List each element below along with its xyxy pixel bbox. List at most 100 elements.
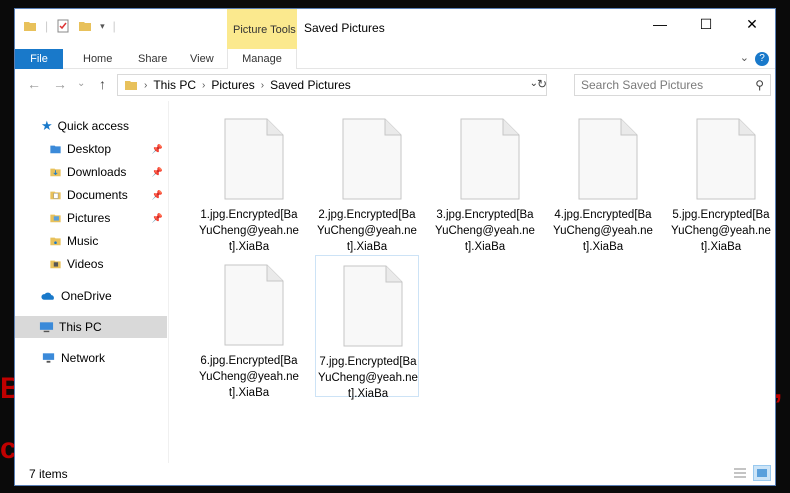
sidebar-item-this-pc[interactable]: This PC: [15, 316, 167, 338]
back-button[interactable]: ←: [27, 76, 41, 92]
file-item[interactable]: 1.jpg.Encrypted[BaYuCheng@yeah.net].XiaB…: [197, 109, 301, 253]
file-name: 4.jpg.Encrypted[BaYuCheng@yeah.net].XiaB…: [553, 209, 653, 253]
tab-manage[interactable]: Manage: [227, 49, 297, 69]
separator: |: [45, 19, 49, 33]
sidebar-item-network[interactable]: Network: [41, 347, 105, 369]
pictures-folder-icon: [50, 214, 61, 223]
context-tab-label: Picture Tools: [233, 24, 296, 36]
pin-icon[interactable]: 📌: [152, 213, 163, 224]
window-controls: — ☐ ✕: [637, 9, 775, 39]
sidebar-item-label: Videos: [67, 257, 104, 271]
tab-share[interactable]: Share: [138, 49, 167, 69]
quick-access-toolbar: | ▾ |: [23, 19, 116, 33]
sidebar-item-label: Network: [61, 351, 106, 365]
sidebar-item-label: Downloads: [67, 165, 127, 179]
large-icons-view-button[interactable]: [753, 465, 771, 481]
details-view-button[interactable]: [731, 465, 749, 481]
breadcrumb-this-pc[interactable]: This PC: [153, 78, 196, 92]
content-area: ★ Quick access Desktop 📌 Downloads 📌 Doc…: [15, 101, 775, 463]
cloud-icon: [41, 292, 54, 300]
minimize-button[interactable]: —: [637, 9, 683, 39]
chevron-right-icon[interactable]: ›: [202, 80, 205, 91]
file-item[interactable]: 6.jpg.Encrypted[BaYuCheng@yeah.net].XiaB…: [197, 255, 301, 399]
file-item[interactable]: 2.jpg.Encrypted[BaYuCheng@yeah.net].XiaB…: [315, 109, 419, 253]
sidebar-item-label: OneDrive: [61, 289, 112, 303]
music-folder-icon: [50, 237, 61, 246]
window-title: Saved Pictures: [304, 21, 385, 35]
breadcrumb-pictures[interactable]: Pictures: [211, 78, 254, 92]
navigation-pane: ★ Quick access Desktop 📌 Downloads 📌 Doc…: [15, 101, 169, 463]
up-button[interactable]: ↑: [99, 76, 106, 92]
separator: |: [112, 19, 116, 33]
file-item[interactable]: 5.jpg.Encrypted[BaYuCheng@yeah.net].XiaB…: [669, 109, 773, 253]
maximize-button[interactable]: ☐: [683, 9, 729, 39]
sidebar-item-label: Desktop: [67, 142, 112, 156]
chevron-right-icon[interactable]: ›: [261, 80, 264, 91]
tab-home[interactable]: Home: [83, 49, 112, 69]
sidebar-item-desktop[interactable]: Desktop 📌: [49, 138, 167, 160]
properties-icon[interactable]: [56, 19, 70, 33]
sidebar-item-videos[interactable]: Videos: [49, 253, 103, 275]
folder-icon[interactable]: [23, 19, 37, 33]
help-icon[interactable]: ?: [755, 52, 769, 66]
sidebar-item-documents[interactable]: Documents 📌: [49, 184, 167, 206]
folder-icon: [50, 145, 61, 154]
documents-folder-icon: [50, 191, 61, 200]
sidebar-item-label: Music: [67, 234, 99, 248]
search-input[interactable]: Search Saved Pictures ⚲: [574, 74, 771, 96]
explorer-window: | ▾ | Picture Tools Saved Pictures — ☐ ✕…: [14, 8, 776, 486]
file-item[interactable]: 7.jpg.Encrypted[BaYuCheng@yeah.net].XiaB…: [315, 255, 419, 400]
sidebar-item-label: Quick access: [57, 119, 130, 133]
customize-qat-icon[interactable]: ▾: [100, 21, 105, 32]
sidebar-item-quick-access[interactable]: ★ Quick access: [41, 115, 129, 137]
file-item[interactable]: 3.jpg.Encrypted[BaYuCheng@yeah.net].XiaB…: [433, 109, 537, 253]
view-switcher: [731, 465, 771, 481]
item-count: 7 items: [29, 467, 68, 481]
downloads-folder-icon: [50, 168, 61, 177]
picture-tools-context: Picture Tools: [227, 9, 297, 49]
sidebar-item-music[interactable]: Music: [49, 230, 98, 252]
pin-icon[interactable]: 📌: [152, 144, 163, 155]
file-name: 3.jpg.Encrypted[BaYuCheng@yeah.net].XiaB…: [435, 209, 535, 253]
navigation-bar: ← → ⌄ ↑ › This PC › Pictures › Saved Pic…: [15, 69, 775, 101]
title-bar: | ▾ | Picture Tools Saved Pictures — ☐ ✕: [15, 9, 775, 49]
forward-button[interactable]: →: [53, 76, 67, 92]
pin-icon[interactable]: 📌: [152, 167, 163, 178]
file-item[interactable]: 4.jpg.Encrypted[BaYuCheng@yeah.net].XiaB…: [551, 109, 655, 253]
file-icon: [224, 118, 284, 200]
close-button[interactable]: ✕: [729, 9, 775, 39]
address-bar[interactable]: › This PC › Pictures › Saved Pictures ⌄: [117, 74, 547, 96]
breadcrumb-saved-pictures[interactable]: Saved Pictures: [270, 78, 351, 92]
file-name: 1.jpg.Encrypted[BaYuCheng@yeah.net].XiaB…: [199, 209, 299, 253]
file-icon: [224, 264, 284, 346]
recent-locations-button[interactable]: ⌄: [77, 78, 85, 89]
sidebar-item-onedrive[interactable]: OneDrive: [41, 285, 112, 307]
tab-file[interactable]: File: [15, 49, 63, 69]
file-name: 2.jpg.Encrypted[BaYuCheng@yeah.net].XiaB…: [317, 209, 417, 253]
file-name: 7.jpg.Encrypted[BaYuCheng@yeah.net].XiaB…: [318, 356, 418, 400]
file-icon: [460, 118, 520, 200]
status-bar: 7 items: [15, 463, 775, 485]
sidebar-item-downloads[interactable]: Downloads 📌: [49, 161, 167, 183]
sidebar-item-label: This PC: [59, 320, 102, 334]
file-name: 6.jpg.Encrypted[BaYuCheng@yeah.net].XiaB…: [199, 355, 299, 399]
refresh-button[interactable]: ↻: [537, 77, 547, 91]
sidebar-item-pictures[interactable]: Pictures 📌: [49, 207, 167, 229]
folder-icon: [125, 81, 137, 90]
new-folder-icon[interactable]: [78, 19, 92, 33]
computer-icon: [39, 322, 54, 333]
pin-icon[interactable]: 📌: [152, 190, 163, 201]
star-icon: ★: [41, 118, 53, 133]
file-name: 5.jpg.Encrypted[BaYuCheng@yeah.net].XiaB…: [671, 209, 771, 253]
chevron-right-icon[interactable]: ›: [144, 80, 147, 91]
file-list: 1.jpg.Encrypted[BaYuCheng@yeah.net].XiaB…: [175, 101, 775, 463]
videos-folder-icon: [50, 260, 61, 269]
network-icon: [42, 353, 55, 363]
file-icon: [578, 118, 638, 200]
sidebar-item-label: Documents: [67, 188, 128, 202]
file-icon: [343, 265, 403, 347]
tab-view[interactable]: View: [190, 49, 214, 69]
search-placeholder: Search Saved Pictures: [581, 78, 704, 92]
ribbon-tabs: File Home Share View Manage ⌄ ?: [15, 49, 775, 69]
expand-ribbon-icon[interactable]: ⌄: [740, 51, 749, 64]
